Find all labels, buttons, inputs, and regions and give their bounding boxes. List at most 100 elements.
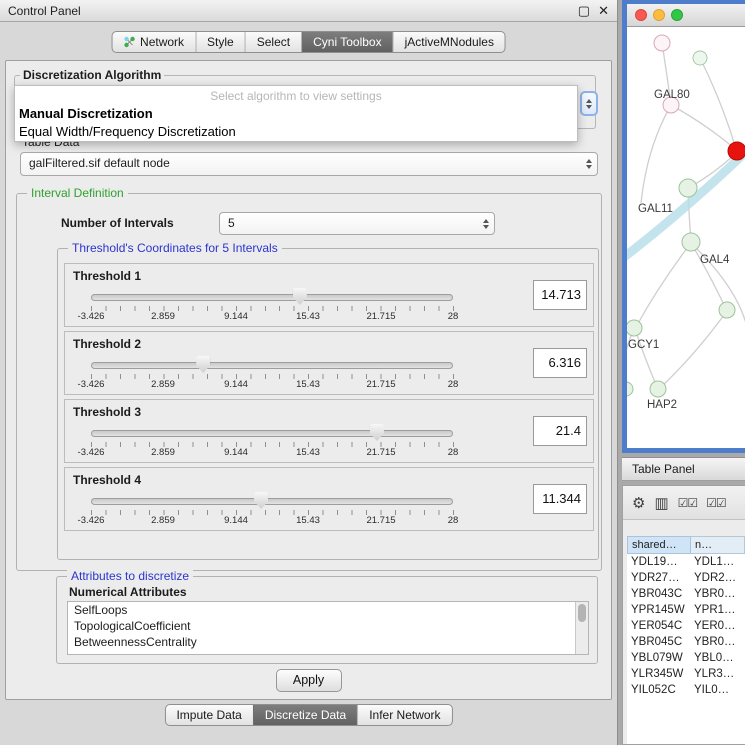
tick-label: 9.144: [224, 515, 248, 526]
table-row[interactable]: YBR043CYBR0…: [627, 586, 745, 602]
threshold-4-slider[interactable]: [91, 498, 453, 506]
cell[interactable]: YLR3…: [691, 666, 745, 682]
table-row[interactable]: YLR345WYLR3…: [627, 666, 745, 682]
cell[interactable]: YER0…: [691, 618, 745, 634]
interval-definition-label: Interval Definition: [27, 186, 128, 200]
cell[interactable]: YIL052C: [627, 682, 691, 698]
cell[interactable]: YDR2…: [691, 570, 745, 586]
cell[interactable]: YIL0…: [691, 682, 745, 698]
algorithm-option-equal-width[interactable]: Equal Width/Frequency Discretization: [15, 123, 577, 141]
node-hap2[interactable]: [650, 381, 666, 397]
table-toolbar: ⚙ ▥ ☑☑ ☑☑: [623, 486, 745, 520]
tab-select[interactable]: Select: [245, 32, 301, 52]
cell[interactable]: YBR0…: [691, 586, 745, 602]
table-row[interactable]: YBL079WYBL0…: [627, 650, 745, 666]
tab-style[interactable]: Style: [195, 32, 245, 52]
node-gal4[interactable]: [682, 233, 700, 251]
threshold-1-value-field[interactable]: 14.713: [533, 280, 587, 310]
cell[interactable]: YBR043C: [627, 586, 691, 602]
combo-stepper-icon: [483, 219, 489, 229]
slider-thumb[interactable]: [293, 288, 307, 305]
slider-track[interactable]: [91, 498, 453, 505]
deselect-all-icon[interactable]: ☑☑: [706, 496, 726, 510]
threshold-3-slider[interactable]: [91, 430, 453, 438]
cell[interactable]: YBL079W: [627, 650, 691, 666]
threshold-2-value-field[interactable]: 6.316: [533, 348, 587, 378]
number-of-intervals-combobox[interactable]: 5: [219, 212, 495, 235]
list-item[interactable]: SelfLoops: [68, 602, 588, 618]
tab-infer-network[interactable]: Infer Network: [357, 705, 451, 725]
slider-thumb[interactable]: [370, 424, 384, 441]
cell[interactable]: YLR345W: [627, 666, 691, 682]
close-icon[interactable]: ✕: [598, 3, 609, 19]
node-label: HAP2: [647, 399, 677, 411]
tab-jactivemnodules[interactable]: jActiveMNodules: [393, 32, 505, 52]
tick-label: 9.144: [224, 311, 248, 322]
tick-label: 15.43: [296, 379, 320, 390]
node-selected[interactable]: [728, 142, 745, 160]
table-row[interactable]: YPR145WYPR1…: [627, 602, 745, 618]
node[interactable]: [654, 35, 670, 51]
tab-cyni-toolbox[interactable]: Cyni Toolbox: [301, 32, 392, 52]
cell[interactable]: YBR0…: [691, 634, 745, 650]
table-row[interactable]: YER054CYER0…: [627, 618, 745, 634]
select-columns-icon[interactable]: ▥: [654, 494, 668, 512]
node[interactable]: [719, 302, 735, 318]
table-row[interactable]: YIL052CYIL0…: [627, 682, 745, 698]
tab-network[interactable]: Network: [112, 32, 195, 52]
node[interactable]: [693, 51, 707, 65]
apply-button[interactable]: Apply: [276, 669, 342, 692]
cell[interactable]: YDL19…: [627, 554, 691, 570]
list-item[interactable]: BetweennessCentrality: [68, 634, 588, 650]
cell[interactable]: YPR145W: [627, 602, 691, 618]
tab-discretize-data[interactable]: Discretize Data: [253, 705, 357, 725]
cell[interactable]: YPR1…: [691, 602, 745, 618]
tab-cyni-toolbox-label: Cyni Toolbox: [313, 35, 381, 49]
threshold-3-value-field[interactable]: 21.4: [533, 416, 587, 446]
list-scrollbar[interactable]: [575, 602, 588, 654]
zoom-traffic-light-icon[interactable]: [671, 9, 683, 21]
table-data-combobox[interactable]: galFiltered.sif default node: [20, 152, 598, 176]
slider-track[interactable]: [91, 362, 453, 369]
network-canvas[interactable]: GAL80 GAL11 GAL4 GCY1 HAP2: [627, 27, 745, 448]
table-row[interactable]: YDL19…YDL1…: [627, 554, 745, 570]
table-panel-header[interactable]: Table Panel: [622, 457, 745, 481]
numerical-attributes-list[interactable]: SelfLoops TopologicalCoefficient Between…: [67, 601, 589, 655]
tick-label: 2.859: [151, 447, 175, 458]
cell[interactable]: YBR045C: [627, 634, 691, 650]
scrollbar-thumb[interactable]: [578, 604, 586, 622]
column-header-shared-name[interactable]: shared…: [627, 536, 691, 554]
slider-track[interactable]: [91, 430, 453, 437]
list-item[interactable]: TopologicalCoefficient: [68, 618, 588, 634]
tick-label: 28: [448, 447, 459, 458]
threshold-3-panel: Threshold 3 -3.426 2.859 9.144 15.43 21.…: [64, 399, 594, 463]
tick-label: 28: [448, 379, 459, 390]
float-window-icon[interactable]: ▢: [578, 3, 590, 19]
tab-impute-data[interactable]: Impute Data: [165, 705, 252, 725]
close-traffic-light-icon[interactable]: [635, 9, 647, 21]
slider-track[interactable]: [91, 294, 453, 301]
table-row[interactable]: YBR045CYBR0…: [627, 634, 745, 650]
algorithm-option-manual[interactable]: Manual Discretization: [15, 105, 577, 123]
cell[interactable]: YDL1…: [691, 554, 745, 570]
node[interactable]: [627, 382, 633, 396]
cell[interactable]: YBL0…: [691, 650, 745, 666]
table-row[interactable]: YDR27…YDR2…: [627, 570, 745, 586]
node-gcy1[interactable]: [627, 320, 642, 336]
algorithm-combo-stepper[interactable]: [580, 91, 598, 116]
slider-ticks: [91, 374, 454, 379]
threshold-4-value-field[interactable]: 11.344: [533, 484, 587, 514]
cell[interactable]: YER054C: [627, 618, 691, 634]
slider-thumb[interactable]: [254, 492, 268, 509]
gear-icon[interactable]: ⚙: [632, 494, 645, 512]
select-all-icon[interactable]: ☑☑: [678, 496, 698, 510]
minimize-traffic-light-icon[interactable]: [653, 9, 665, 21]
tab-infer-network-label: Infer Network: [369, 708, 440, 722]
column-header-name[interactable]: n…: [691, 536, 745, 554]
cell[interactable]: YDR27…: [627, 570, 691, 586]
node-gal11[interactable]: [679, 179, 697, 197]
threshold-1-slider[interactable]: [91, 294, 453, 302]
combo-stepper-icon: [586, 159, 592, 169]
slider-thumb[interactable]: [196, 356, 210, 373]
threshold-2-slider[interactable]: [91, 362, 453, 370]
